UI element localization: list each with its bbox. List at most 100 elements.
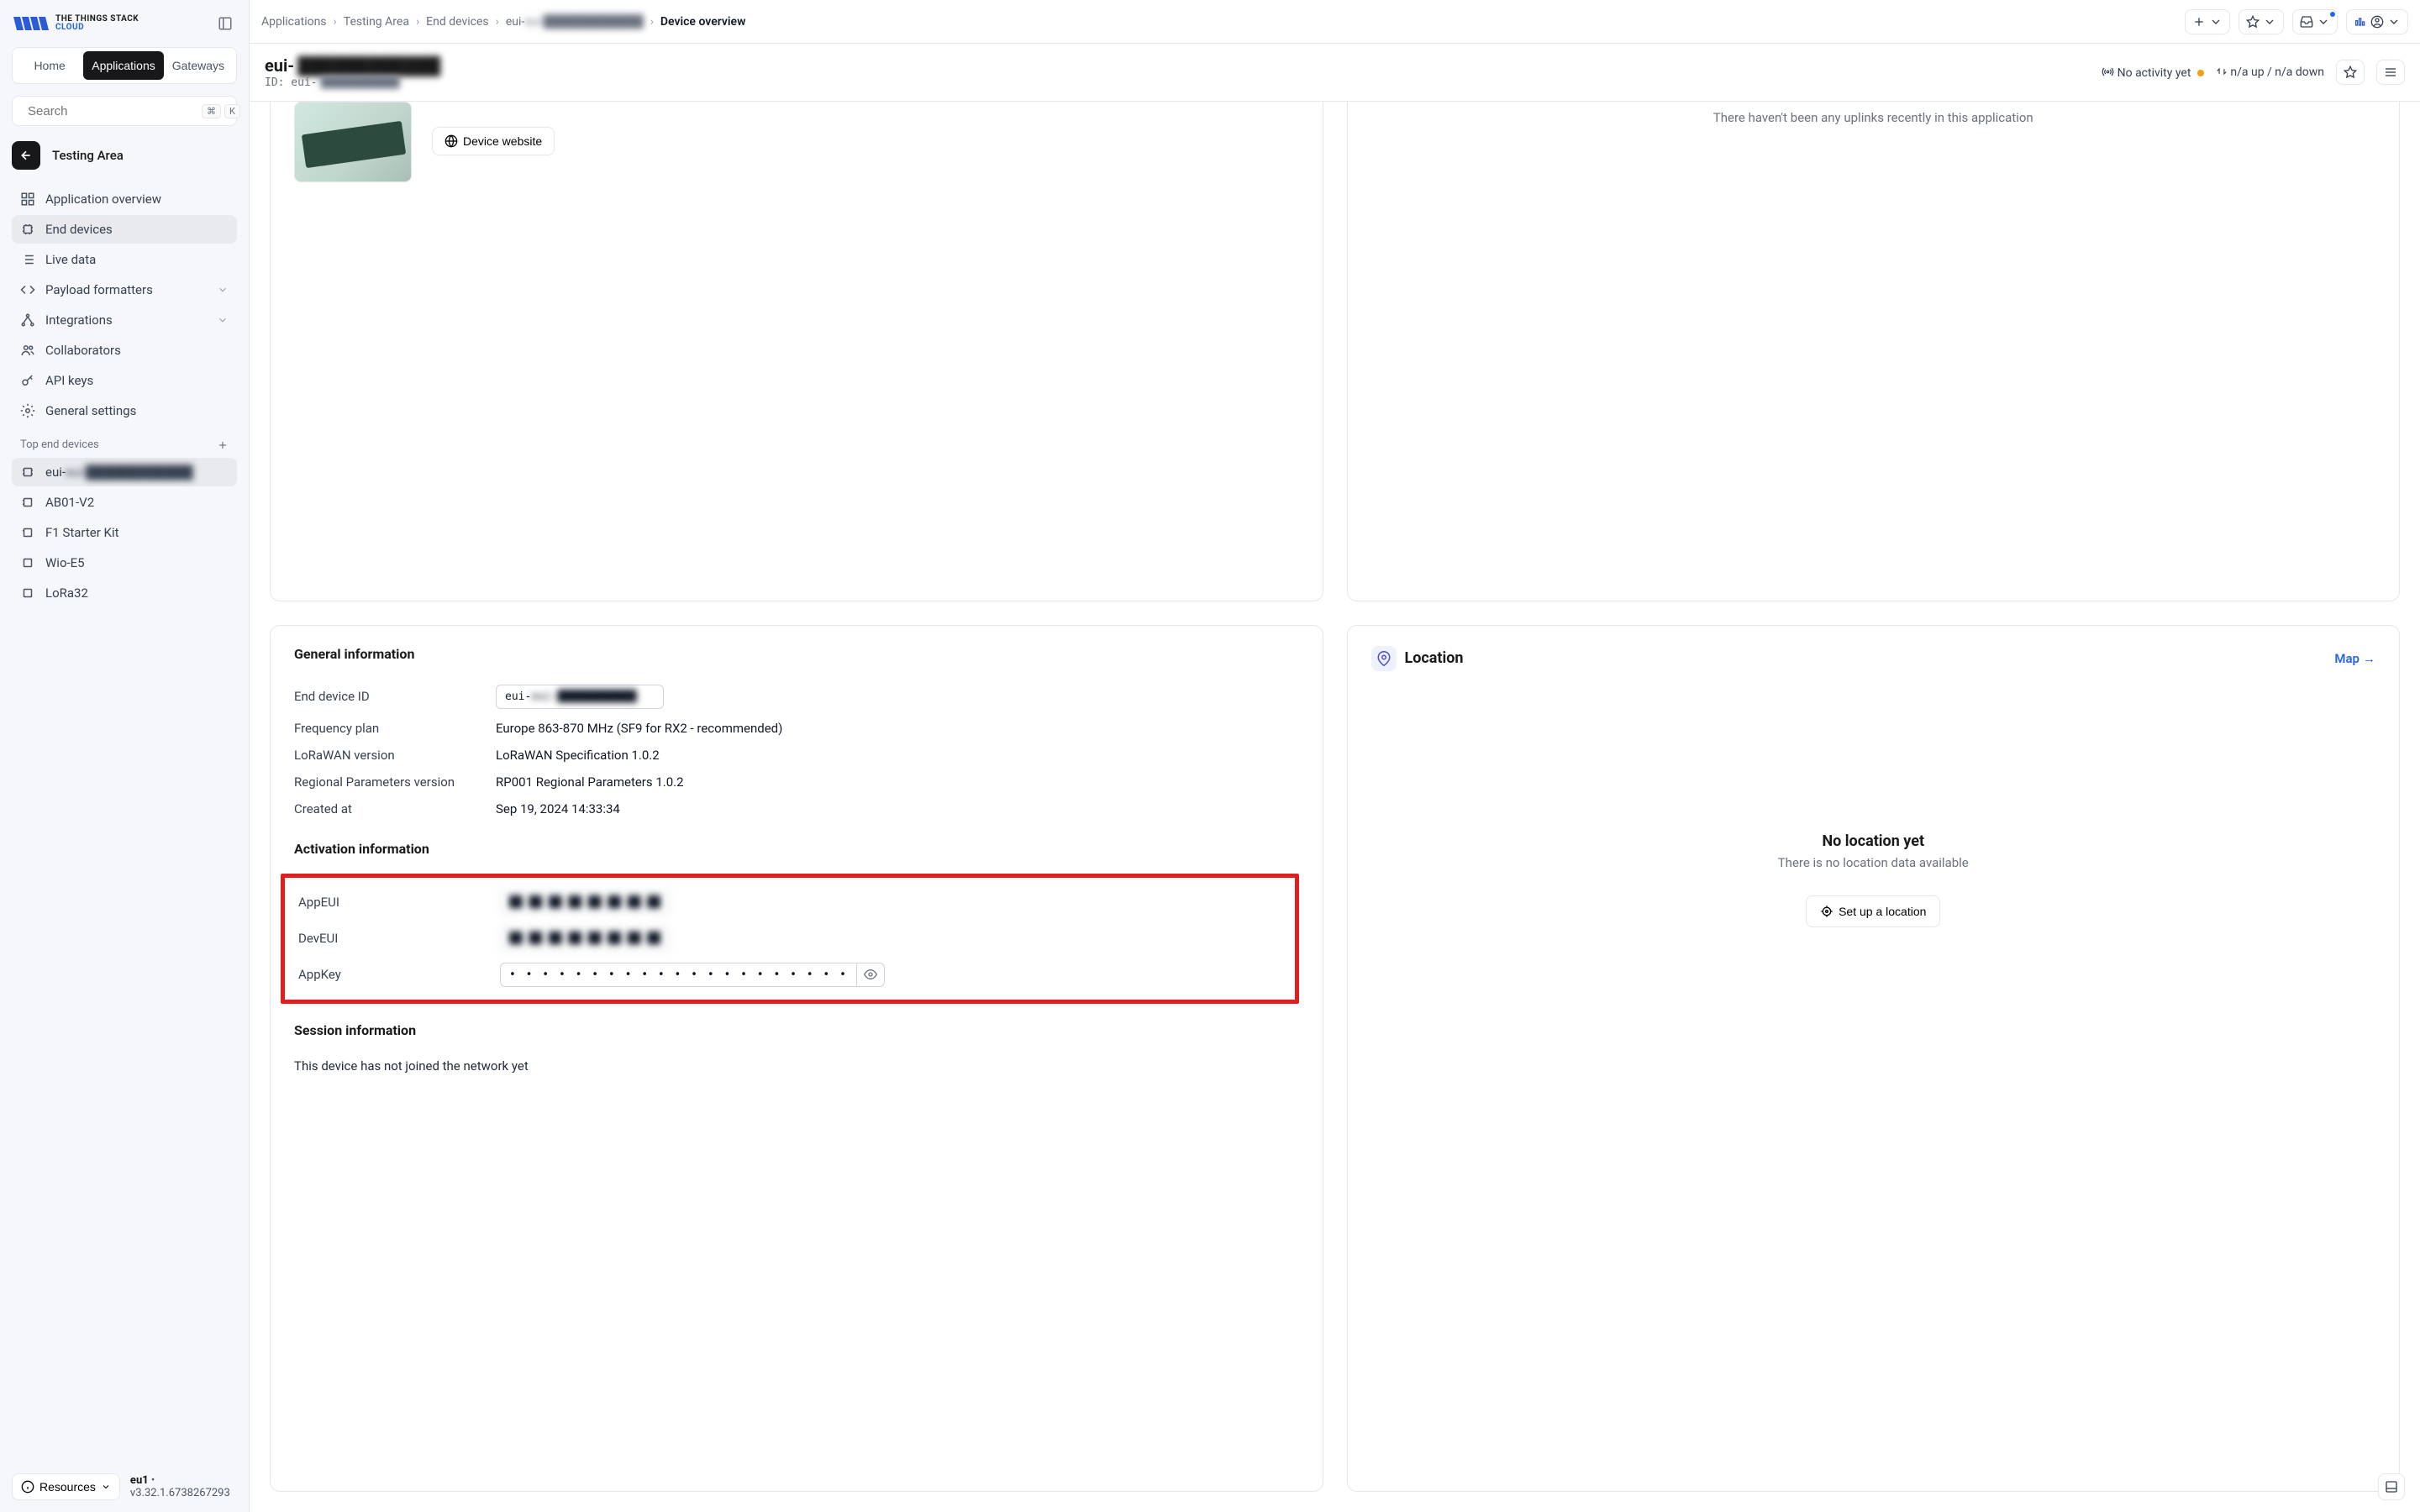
sidebar-item-collaborators[interactable]: Collaborators — [12, 336, 237, 365]
logo-text: THE THINGS STACK CLOUD — [55, 15, 139, 32]
reveal-appkey-button[interactable] — [857, 963, 885, 987]
freq-value: Europe 863-870 MHz (SF9 for RX2 - recomm… — [496, 721, 1299, 736]
code-icon — [20, 282, 35, 297]
status-dot — [2197, 70, 2204, 76]
session-text: This device has not joined the network y… — [294, 1055, 1299, 1074]
help-float-button[interactable] — [2378, 1473, 2405, 1500]
breadcrumb-device[interactable]: eui-eui-████████████ — [506, 14, 644, 29]
user-icon — [2370, 15, 2384, 29]
sidebar-item-integrations[interactable]: Integrations — [12, 306, 237, 334]
menu-icon — [2384, 66, 2397, 79]
search-kbd: ⌘ K — [202, 104, 240, 118]
updown-status: n/a up / n/a down — [2216, 66, 2324, 79]
tab-gateways[interactable]: Gateways — [164, 51, 233, 80]
sidebar-item-settings[interactable]: General settings — [12, 396, 237, 425]
location-empty-text: There is no location data available — [1371, 855, 2376, 870]
topbar: Applications › Testing Area › End device… — [250, 0, 2420, 44]
eye-icon — [864, 968, 877, 981]
inbox-button[interactable] — [2292, 9, 2338, 34]
context-row: Testing Area — [12, 141, 237, 170]
device-label: F1 Starter Kit — [45, 525, 119, 540]
general-info-card: General information End device ID eui-eu… — [270, 625, 1323, 1493]
location-empty: No location yet There is no location dat… — [1371, 681, 2376, 927]
sidebar-item-payload[interactable]: Payload formatters — [12, 276, 237, 304]
broadcast-icon — [2102, 66, 2114, 78]
uplinks-empty-text: There haven't been any uplinks recently … — [1371, 102, 2376, 150]
top-device-item[interactable]: eui-eui-████████████ — [12, 458, 237, 486]
location-empty-title: No location yet — [1371, 832, 2376, 850]
star-button[interactable] — [2238, 9, 2284, 34]
top-device-item[interactable]: AB01-V2 — [12, 488, 237, 517]
info-row-lwv: LoRaWAN version LoRaWAN Specification 1.… — [294, 742, 1299, 769]
chip-icon — [20, 585, 35, 601]
chevron-down-icon — [101, 1482, 111, 1492]
chip-icon — [20, 555, 35, 570]
chevron-right-icon: › — [334, 15, 337, 29]
session-title: Session information — [294, 1022, 1299, 1038]
sidebar-collapse-button[interactable] — [213, 12, 237, 35]
tab-applications[interactable]: Applications — [83, 51, 164, 80]
tab-home[interactable]: Home — [16, 51, 83, 80]
info-row-rpv: Regional Parameters version RP001 Region… — [294, 769, 1299, 795]
sidebar-item-live-data[interactable]: Live data — [12, 245, 237, 274]
device-website-button[interactable]: Device website — [432, 127, 555, 155]
sidebar-footer: Resources eu1 • v3.32.1.6738267293 — [12, 1465, 237, 1500]
lwv-value: LoRaWAN Specification 1.0.2 — [496, 748, 1299, 763]
uplinks-card: There haven't been any uplinks recently … — [1347, 102, 2401, 601]
sidebar-item-api-keys[interactable]: API keys — [12, 366, 237, 395]
sidebar-item-label: End devices — [45, 222, 113, 237]
top-device-item[interactable]: LoRa32 — [12, 579, 237, 607]
device-label: LoRa32 — [45, 585, 88, 601]
add-button[interactable] — [2185, 9, 2230, 34]
chip-icon — [20, 222, 35, 237]
setup-location-button[interactable]: Set up a location — [1806, 895, 1940, 927]
breadcrumb-applications[interactable]: Applications — [261, 15, 327, 29]
general-info-title: General information — [294, 646, 1299, 662]
globe-icon — [445, 134, 458, 148]
target-icon — [1820, 905, 1833, 918]
key-icon — [20, 373, 35, 388]
plus-icon[interactable] — [217, 439, 229, 451]
breadcrumb-end-devices[interactable]: End devices — [426, 15, 488, 29]
device-summary-card: Device website — [270, 102, 1323, 601]
top-device-item[interactable]: Wio-E5 — [12, 549, 237, 577]
resources-button[interactable]: Resources — [12, 1473, 120, 1500]
sidebar-item-label: Application overview — [45, 192, 161, 207]
content-grid: Device website There haven't been any up… — [250, 102, 2420, 1512]
activation-title: Activation information — [294, 841, 1299, 857]
sidebar-item-end-devices[interactable]: End devices — [12, 215, 237, 244]
location-card: Location Map → No location yet There is … — [1347, 625, 2401, 1493]
appkey-value[interactable]: • • • • • • • • • • • • • • • • • • • • … — [500, 963, 857, 987]
plus-icon — [2192, 15, 2206, 29]
pin-icon — [1371, 646, 1397, 671]
search-input[interactable] — [28, 104, 195, 118]
chip-icon — [20, 465, 35, 480]
account-button[interactable] — [2346, 9, 2408, 34]
star-device-button[interactable] — [2336, 60, 2365, 85]
breadcrumb-area[interactable]: Testing Area — [344, 15, 409, 29]
list-icon — [20, 252, 35, 267]
logo-row: THE THINGS STACK CLOUD — [12, 12, 237, 35]
activity-status: No activity yet — [2102, 66, 2204, 80]
appeui-value[interactable]: ██ ██ ██ ██ ██ ██ ██ ██ — [500, 890, 670, 915]
info-row-freq: Frequency plan Europe 863-870 MHz (SF9 f… — [294, 715, 1299, 742]
map-link[interactable]: Map → — [2334, 651, 2375, 666]
sidebar-item-label: Payload formatters — [45, 282, 153, 297]
menu-button[interactable] — [2376, 60, 2405, 85]
sidebar-item-overview[interactable]: Application overview — [12, 185, 237, 213]
page-title-block: eui-████████████ ID: eui-████████████ — [265, 55, 440, 89]
chevron-down-icon — [2263, 15, 2276, 29]
device-image — [294, 102, 412, 182]
inbox-icon — [2300, 15, 2313, 29]
info-row-appkey: AppKey • • • • • • • • • • • • • • • • •… — [298, 957, 1292, 993]
logo-mark-icon — [12, 13, 49, 34]
grid-icon — [20, 192, 35, 207]
top-device-item[interactable]: F1 Starter Kit — [12, 518, 237, 547]
created-value: Sep 19, 2024 14:33:34 — [496, 801, 1299, 816]
brand-line2: CLOUD — [55, 24, 139, 32]
deveui-value[interactable]: ██ ██ ██ ██ ██ ██ ██ ██ — [500, 927, 670, 951]
logo[interactable]: THE THINGS STACK CLOUD — [12, 13, 139, 34]
back-button[interactable] — [12, 141, 40, 170]
end-device-id-value[interactable]: eui-eui-████████████ — [496, 685, 664, 709]
search-box[interactable]: ⌘ K — [12, 96, 237, 126]
